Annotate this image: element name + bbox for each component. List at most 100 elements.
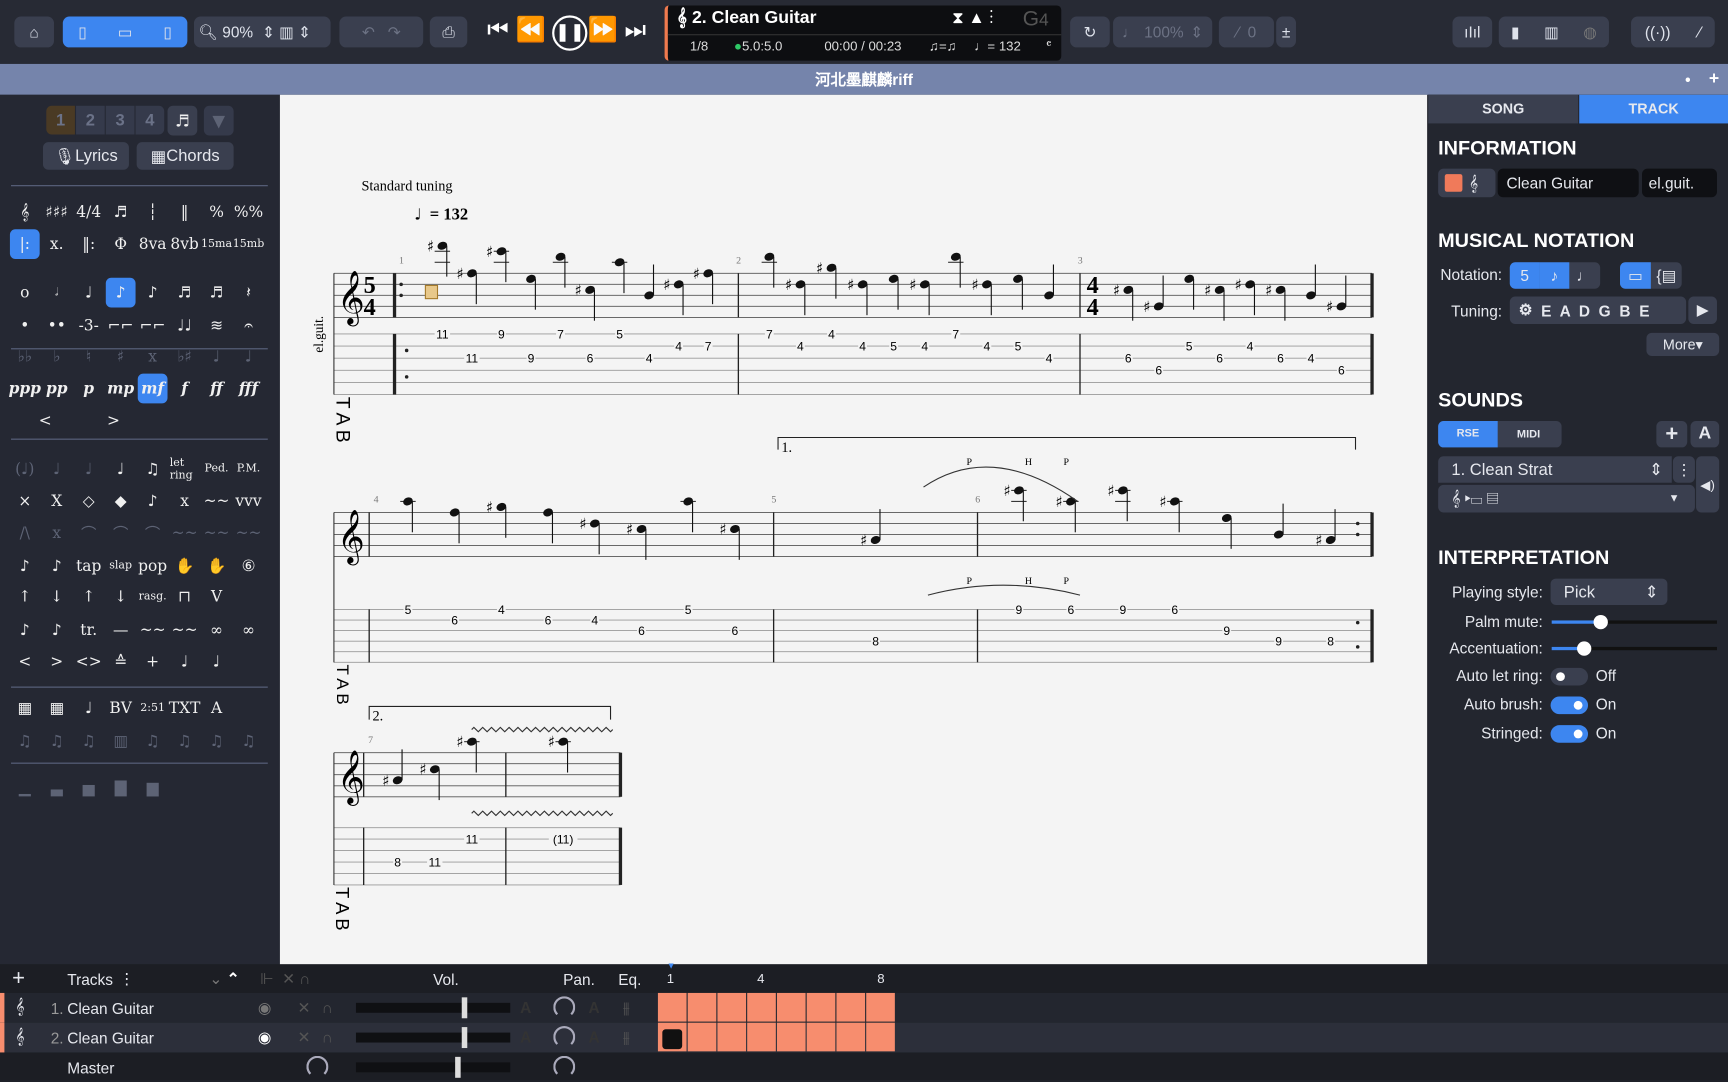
track-name-input[interactable]: Clean Guitar [1497, 168, 1639, 198]
eq-icon[interactable]: ⫵ [623, 998, 630, 1017]
palette-tool-button[interactable]: (♩) [10, 454, 40, 484]
palette-tool-button[interactable]: ♩ [106, 454, 136, 484]
palette-tool-button[interactable]: ♩ [74, 454, 104, 484]
volume-handle[interactable] [461, 997, 468, 1019]
palette-tool-button[interactable]: ▃ [42, 773, 72, 803]
collapse-icons[interactable]: ⌄ ⌃ [209, 970, 239, 989]
palette-tool-button[interactable]: ‖: [74, 229, 104, 259]
palette-tool-button[interactable]: ‖ [170, 197, 200, 227]
tab-track[interactable]: TRACK [1579, 94, 1728, 124]
palette-tool-button[interactable]: o [10, 278, 40, 308]
rewind-icon[interactable]: ⏪ [516, 15, 553, 43]
speed-control[interactable]: ♩ 100% ⇕ [1113, 16, 1213, 48]
more-button[interactable]: More ▾ [1646, 332, 1720, 356]
metronome-icons[interactable]: ⧗ ▲ ⋮ [952, 9, 993, 28]
tab-fret-number[interactable]: 11 [428, 855, 441, 869]
guitar-icon[interactable]: 𝄞 [1469, 174, 1478, 193]
pan-automation-icon[interactable]: A [588, 1028, 599, 1046]
palette-tool-button[interactable]: ~~ [202, 518, 232, 548]
tab-fret-number[interactable]: 9 [528, 352, 535, 366]
palette-tool-button[interactable]: fff [234, 374, 264, 404]
volume-automation-icon[interactable]: A [520, 998, 531, 1016]
palette-tool-button[interactable]: ♬ [170, 278, 200, 308]
add-button[interactable]: ± [1276, 16, 1296, 48]
palette-tool-button[interactable]: ♫ [202, 726, 232, 756]
palette-tool-button[interactable]: BV [106, 693, 136, 723]
palette-tool-button[interactable]: ♫ [234, 726, 264, 756]
palette-tool-button[interactable]: p [74, 374, 104, 404]
tab-fret-number[interactable]: 7 [952, 327, 959, 341]
palette-tool-button[interactable]: /\ [10, 518, 40, 548]
bar-cell[interactable] [687, 1022, 717, 1052]
palette-tool-button[interactable]: 8vb [170, 229, 200, 259]
tab-fret-number[interactable]: 6 [1155, 364, 1162, 378]
palette-tool-button[interactable]: -3- [74, 311, 104, 341]
track-color-swatch[interactable] [1444, 174, 1463, 192]
bottom-panel-icon[interactable]: ▭ [118, 23, 133, 42]
voice-2-button[interactable]: 2 [76, 105, 105, 135]
palette-tool-button[interactable]: ↓ [42, 582, 72, 612]
track-row[interactable]: 𝄞 2. Clean Guitar ◉ ✕ ∩ A A ⫵ [0, 1022, 1728, 1053]
auto-brush-toggle[interactable] [1550, 696, 1589, 715]
cursor[interactable] [424, 284, 439, 300]
tab-fret-number[interactable]: 6 [451, 613, 458, 627]
palette-tool-button[interactable]: mp [106, 374, 136, 404]
palette-tool-button[interactable]: ♬ [202, 278, 232, 308]
pan-automation-icon[interactable]: A [588, 998, 599, 1016]
palette-tool-button[interactable]: TXT [169, 693, 201, 723]
tab-fret-number[interactable]: 8 [1327, 635, 1334, 649]
tab-fret-number[interactable]: 4 [675, 339, 682, 353]
rse-button[interactable]: RSE [1438, 420, 1498, 448]
sound-engine-toggle[interactable]: RSE MIDI [1438, 420, 1562, 448]
voice-1-button[interactable]: 1 [46, 105, 75, 135]
voice-4-button[interactable]: 4 [135, 105, 165, 135]
palette-tool-button[interactable]: ♩ [234, 342, 264, 372]
tab-fret-number[interactable]: 9 [1119, 603, 1126, 617]
palette-tool-button[interactable]: ◇ [74, 486, 104, 516]
tab-fret-number[interactable]: 9 [1275, 635, 1282, 649]
palette-tool-button[interactable]: ↓ [106, 582, 136, 612]
bar-cell[interactable] [687, 992, 717, 1022]
playing-style-select[interactable]: Pick ⇕ [1550, 578, 1668, 606]
palette-tool-button[interactable]: ▥ [106, 726, 136, 756]
palette-tool-button[interactable]: ♩ [202, 342, 232, 372]
palette-tool-button[interactable]: ♭♯ [170, 342, 200, 372]
palette-tool-button[interactable]: x [170, 486, 200, 516]
staff-options-icon[interactable]: ♬ [167, 105, 198, 136]
add-sound-button[interactable]: + [1656, 420, 1688, 448]
palette-tool-button[interactable]: ♪ [42, 615, 72, 645]
loop-button[interactable]: ↻ [1070, 16, 1110, 48]
voice-3-button[interactable]: 3 [105, 105, 135, 135]
bar-cell[interactable] [866, 1022, 895, 1052]
score-page[interactable]: Standard tuning ♩ = 132 el.guit. 𝄞 T A B 1… [279, 94, 1428, 965]
score-notation[interactable]: Standard tuning ♩ = 132 el.guit. 𝄞 T A B 1… [280, 95, 1427, 965]
bar-cell[interactable] [836, 1022, 866, 1052]
palette-tool-button[interactable]: ✋ [202, 551, 232, 581]
palette-tool-button[interactable]: <> [74, 647, 104, 677]
home-button[interactable]: ⌂ [14, 16, 54, 48]
redo-icon[interactable]: ↷ [388, 23, 401, 42]
palette-tool-button[interactable]: A [202, 693, 232, 723]
playhead-marker-icon[interactable]: ▼ [667, 961, 676, 971]
pan-knob[interactable] [553, 1025, 576, 1049]
palette-tool-button[interactable]: ♩ [170, 647, 200, 677]
undo-icon[interactable]: ↶ [362, 23, 375, 42]
palette-tool-button[interactable]: ♪ [138, 486, 168, 516]
volume-slider[interactable] [355, 1032, 511, 1043]
mute-icon[interactable]: ✕ [298, 1028, 311, 1047]
play-tuning-button[interactable]: ▶ [1688, 296, 1717, 324]
automation-button[interactable]: A [1690, 420, 1720, 448]
bar-cell[interactable] [657, 1022, 687, 1052]
palette-tool-button[interactable]: ♫ [42, 726, 72, 756]
slash-notation-icon[interactable]: ♩ [1569, 267, 1599, 285]
bar-cell[interactable] [776, 992, 806, 1022]
palette-tool-button[interactable]: ◆ [106, 486, 136, 516]
palette-tool-button[interactable]: tr. [74, 615, 104, 645]
tab-fret-number[interactable]: (11) [553, 833, 574, 847]
accentuation-slider[interactable] [1551, 641, 1717, 656]
single-staff-icon[interactable]: ▭ [1619, 262, 1651, 289]
tab-fret-number[interactable]: 4 [921, 339, 928, 353]
broadcast-icon[interactable]: ((·)) [1645, 23, 1671, 41]
palette-tool-button[interactable]: ⌒ [74, 518, 104, 548]
palette-tool-button[interactable]: slap [106, 551, 136, 581]
